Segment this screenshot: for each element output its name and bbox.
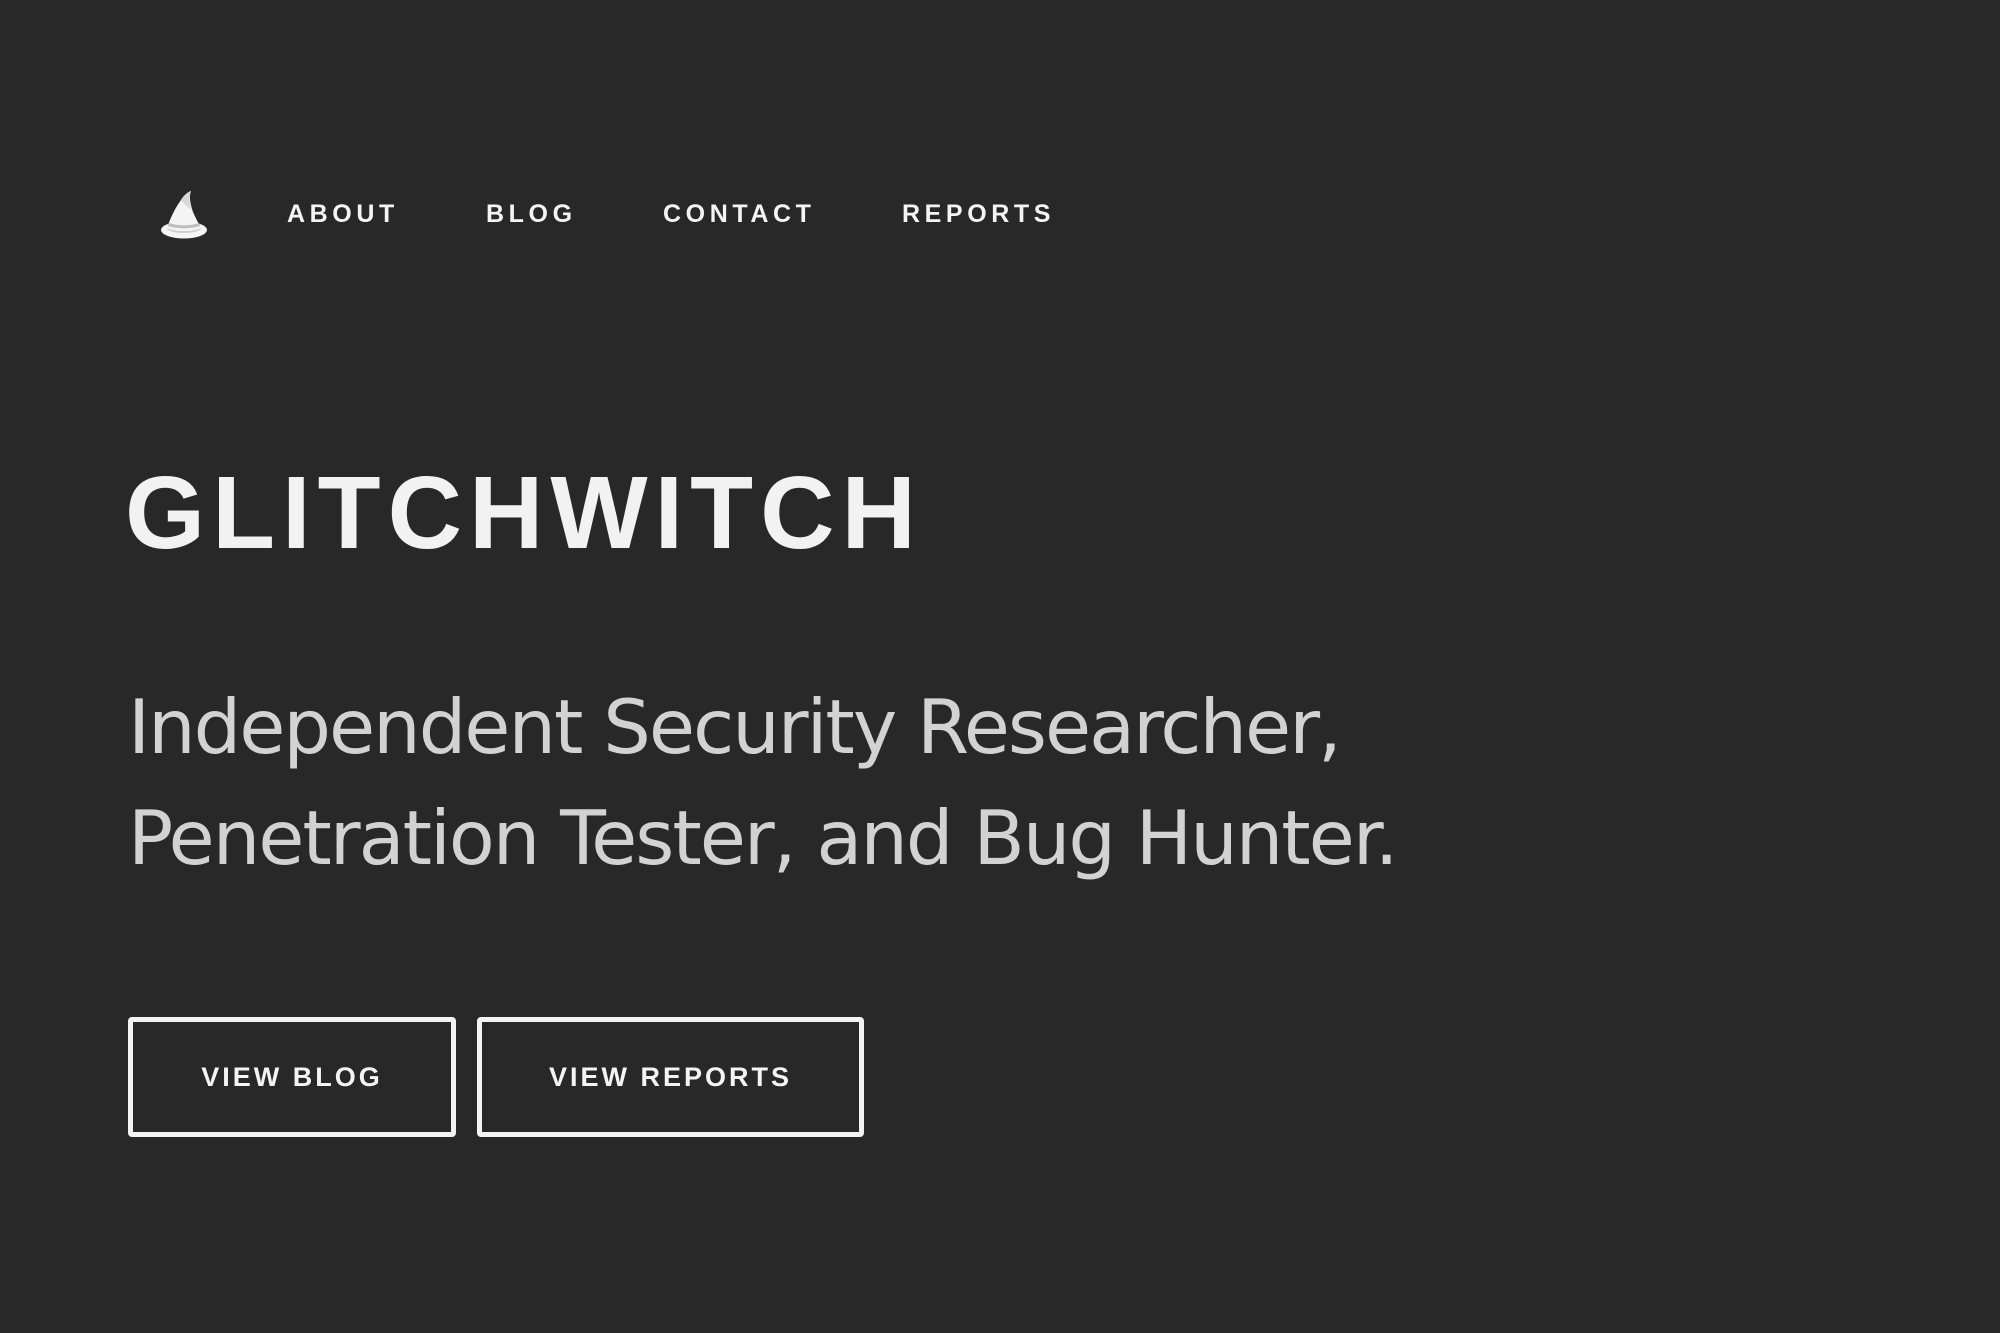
nav-link-about[interactable]: ABOUT [287,197,399,231]
nav-link-blog[interactable]: BLOG [486,197,577,231]
site-title: GLITCHWITCH [125,455,923,570]
tagline-line-2: Penetration Tester, and Bug Hunter. [128,794,1399,882]
tagline-line-1: Independent Security Researcher, [128,683,1342,771]
home-logo-link[interactable] [155,186,213,244]
witch-hat-icon [155,186,213,244]
view-blog-button[interactable]: VIEW BLOG [128,1017,456,1137]
view-reports-button[interactable]: VIEW REPORTS [477,1017,864,1137]
main-navigation: ABOUT BLOG CONTACT REPORTS [0,0,2000,430]
tagline: Independent Security Researcher, Penetra… [128,672,1628,894]
nav-link-reports[interactable]: REPORTS [902,197,1055,231]
nav-link-contact[interactable]: CONTACT [663,197,816,231]
